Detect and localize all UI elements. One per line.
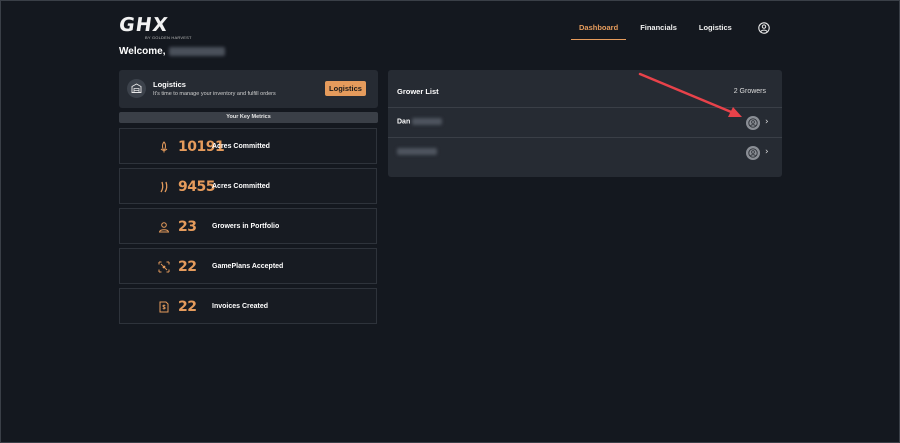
grower-row[interactable]: › (388, 137, 782, 167)
soybean-icon (160, 181, 168, 193)
metric-label: GamePlans Accepted (212, 263, 284, 270)
grower-first-name: Dan (397, 118, 411, 126)
person-icon (158, 222, 170, 233)
metric-value: 22 (178, 259, 197, 275)
metric-invoices: 22 Invoices Created (119, 288, 377, 324)
user-name-redacted (168, 46, 225, 56)
welcome-message: Welcome, (119, 46, 225, 57)
top-nav: Dashboard Financials Logistics (571, 22, 740, 40)
grower-name-redacted (397, 148, 437, 155)
welcome-label: Welcome, (119, 46, 166, 57)
metric-label: Growers in Portfolio (212, 223, 280, 230)
grower-name: Dan (397, 118, 443, 126)
logistics-button[interactable]: Logistics (325, 81, 366, 96)
warehouse-icon (131, 83, 142, 93)
metric-label: Acres Committed (212, 183, 270, 190)
metric-value: 9455 (178, 179, 215, 195)
corn-icon (160, 141, 168, 153)
metric-growers: 23 Growers in Portfolio (119, 208, 377, 244)
key-metrics-header: Your Key Metrics (119, 112, 378, 123)
logistics-title: Logistics (153, 80, 186, 89)
annotation-arrow (638, 72, 742, 117)
metric-label: Acres Committed (212, 143, 270, 150)
grower-name (397, 148, 437, 155)
tab-financials[interactable]: Financials (632, 22, 685, 40)
logistics-description: It's time to manage your inventory and f… (153, 91, 276, 97)
chevron-right-icon[interactable]: › (765, 117, 769, 127)
metric-label: Invoices Created (212, 303, 269, 310)
grower-list-title: Grower List (397, 87, 439, 96)
metric-soybean-acres: 9455 Acres Committed (119, 168, 377, 204)
tab-dashboard[interactable]: Dashboard (571, 22, 627, 40)
logistics-card: Logistics It's time to manage your inven… (119, 70, 378, 108)
ghx-logo[interactable]: GHX BY GOLDEN HARVEST (117, 14, 192, 40)
metric-value: 23 (178, 219, 197, 235)
logo-mark: GHX (117, 14, 170, 36)
logistics-badge (127, 79, 146, 98)
metric-value: 22 (178, 299, 197, 315)
account-icon[interactable] (758, 22, 770, 34)
logo-tagline: BY GOLDEN HARVEST (145, 35, 192, 40)
metric-gameplans: 22 GamePlans Accepted (119, 248, 377, 284)
tab-logistics[interactable]: Logistics (691, 22, 740, 40)
chevron-right-icon[interactable]: › (765, 147, 769, 157)
grower-avatar-button[interactable] (746, 146, 760, 160)
metric-corn-acres: 10191 Acres Committed (119, 128, 377, 164)
grower-last-name-redacted (412, 118, 443, 125)
user-icon (748, 148, 758, 158)
gameplan-icon (158, 261, 170, 273)
invoice-icon (159, 301, 169, 313)
